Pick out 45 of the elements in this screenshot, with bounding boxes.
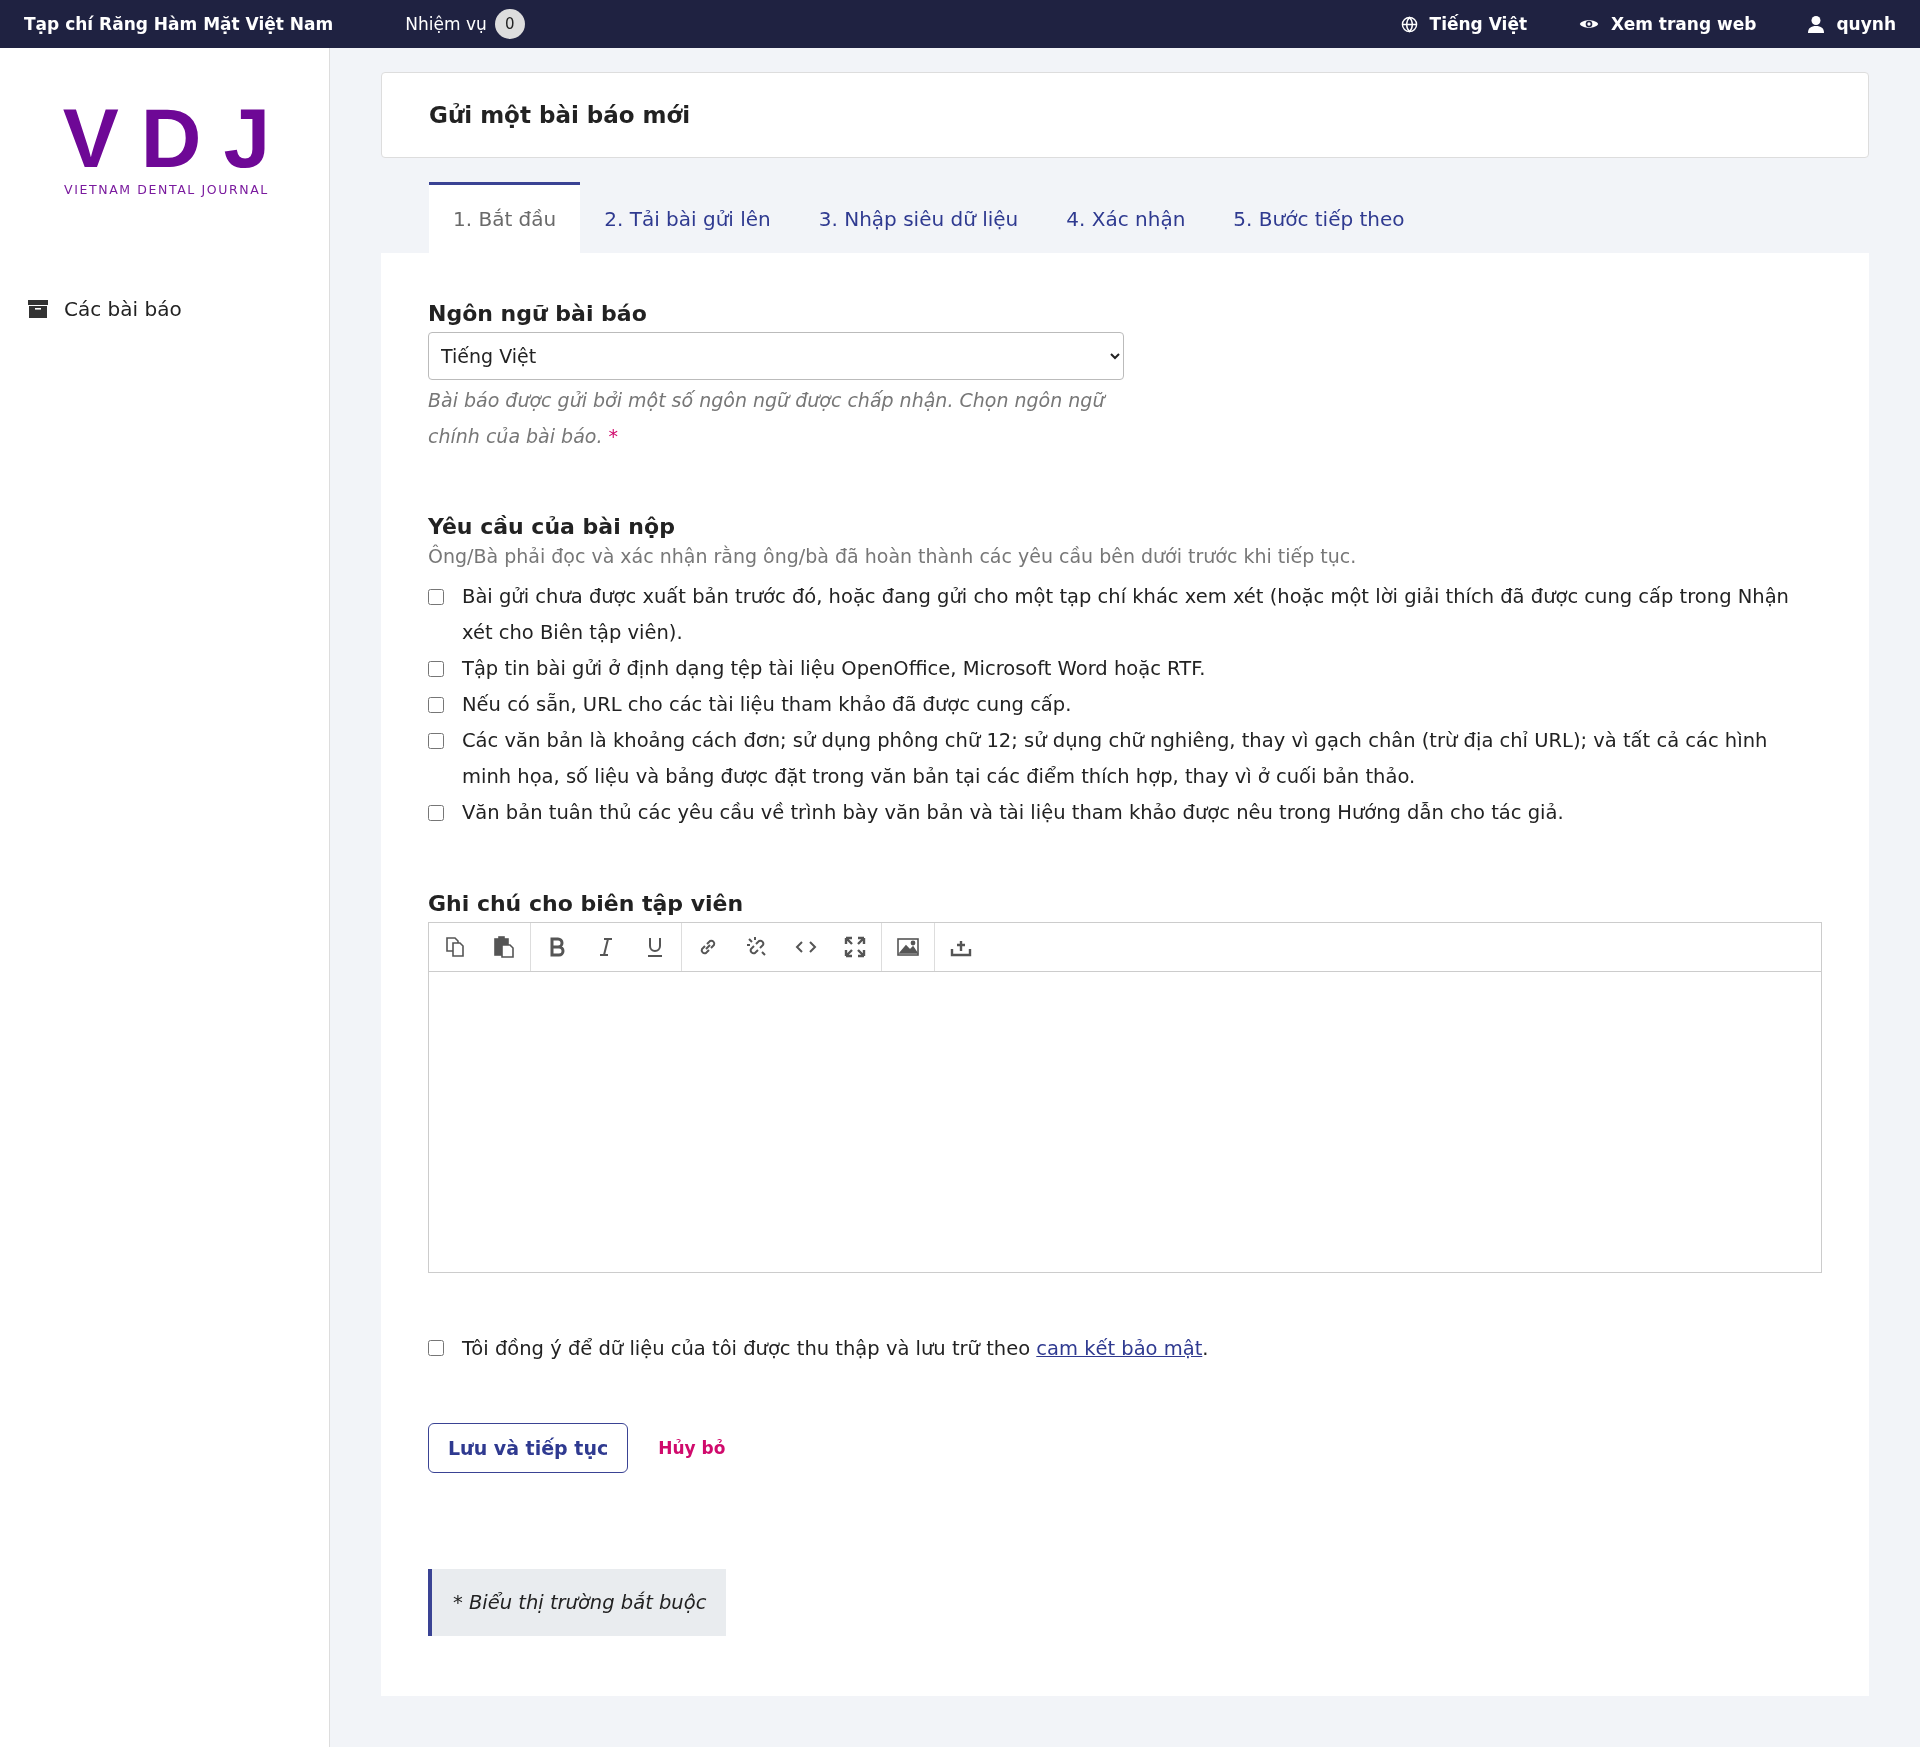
requirement-text: Các văn bản là khoảng cách đơn; sử dụng phông chữ 12; sử dụng chữ nghiêng, thay vì gạch chân (trừ địa chỉ URL); và tất cả các hình minh họa, số liệu và bảng được đặt trong văn bản tại các điểm thích hợp, thay vì ở cuối bản thảo. bbox=[462, 728, 1769, 790]
requirement-text: Nếu có sẵn, URL cho các tài liệu tham khảo đã được cung cấp. bbox=[462, 692, 1072, 718]
page-title: Gửi một bài báo mới bbox=[429, 102, 691, 128]
site-title[interactable]: Tạp chí Răng Hàm Mặt Việt Nam bbox=[24, 14, 334, 34]
step-tab[interactable]: 3. Nhập siêu dữ liệu bbox=[794, 182, 1043, 253]
requirement-checkbox[interactable] bbox=[428, 805, 444, 821]
requirement-text: Tập tin bài gửi ở định dạng tệp tài liệu OpenOffice, Microsoft Word hoặc RTF. bbox=[462, 656, 1206, 682]
save-continue-button[interactable]: Lưu và tiếp tục bbox=[428, 1423, 629, 1473]
field-label: Ngôn ngữ bài báo bbox=[428, 301, 648, 326]
sidebar-item[interactable]: Các bài báo bbox=[28, 297, 329, 321]
step-tab[interactable]: 1. Bắt đầu bbox=[429, 182, 581, 253]
view-site-link[interactable]: Xem trang web bbox=[1611, 14, 1757, 34]
section-description: Ông/Bà phải đọc và xác nhận rằng ông/bà đã hoàn thành các yêu cầu bên dưới trước khi tiếp tục. bbox=[428, 545, 1358, 567]
consent-text: Tôi đồng ý để dữ liệu của tôi được thu thập và lưu trữ theo cam kết bảo mật. bbox=[462, 1337, 1209, 1360]
archive-box-icon bbox=[28, 300, 48, 318]
field-label: Ghi chú cho biên tập viên bbox=[428, 891, 745, 916]
language-menu[interactable]: Tiếng Việt bbox=[1429, 14, 1528, 34]
requirement-checkbox[interactable] bbox=[428, 733, 444, 749]
tasks-label[interactable]: Nhiệm vụ bbox=[405, 14, 487, 34]
requirement-checkbox[interactable] bbox=[428, 661, 444, 677]
step-tab[interactable]: 5. Bước tiếp theo bbox=[1209, 182, 1429, 253]
eye-icon bbox=[1579, 17, 1600, 31]
fullscreen-icon[interactable] bbox=[843, 935, 867, 959]
copy-icon[interactable] bbox=[443, 935, 467, 959]
section-title: Yêu cầu của bài nộp bbox=[428, 514, 676, 539]
paste-icon[interactable] bbox=[492, 935, 516, 959]
tasks-count-badge[interactable]: 0 bbox=[494, 9, 525, 39]
requirement-text: Bài gửi chưa được xuất bản trước đó, hoặc đang gửi cho một tạp chí khác xem xét (hoặc một lời giải thích đã được cung cấp trong Nhận xét cho Biên tập viên). bbox=[462, 584, 1790, 646]
requirement-checkbox[interactable] bbox=[428, 697, 444, 713]
user-icon bbox=[1808, 15, 1825, 33]
language-select[interactable]: Tiếng Việt bbox=[428, 332, 1124, 380]
privacy-policy-link[interactable]: cam kết bảo mật bbox=[1036, 1337, 1203, 1360]
field-hint: Bài báo được gửi bởi một số ngôn ngữ được chấp nhận. Chọn ngôn ngữ chính của bài báo. * bbox=[428, 388, 1108, 449]
step-tab[interactable]: 2. Tải bài gửi lên bbox=[580, 182, 795, 253]
globe-icon bbox=[1400, 15, 1418, 33]
requirement-checkbox[interactable] bbox=[428, 589, 444, 605]
required-fields-note: * Biểu thị trường bắt buộc bbox=[428, 1569, 727, 1636]
journal-logo-subtitle: VIETNAM DENTAL JOURNAL bbox=[64, 182, 269, 197]
consent-checkbox[interactable] bbox=[428, 1340, 444, 1356]
user-menu[interactable]: quynh bbox=[1836, 14, 1896, 34]
image-icon[interactable] bbox=[896, 935, 920, 959]
cancel-link[interactable]: Hủy bỏ bbox=[658, 1438, 726, 1458]
requirement-text: Văn bản tuân thủ các yêu cầu về trình bày văn bản và tài liệu tham khảo được nêu trong Hướng dẫn cho tác giả. bbox=[462, 800, 1564, 826]
step-tab[interactable]: 4. Xác nhận bbox=[1042, 182, 1210, 253]
journal-logo-mark: VDJ bbox=[62, 98, 293, 178]
